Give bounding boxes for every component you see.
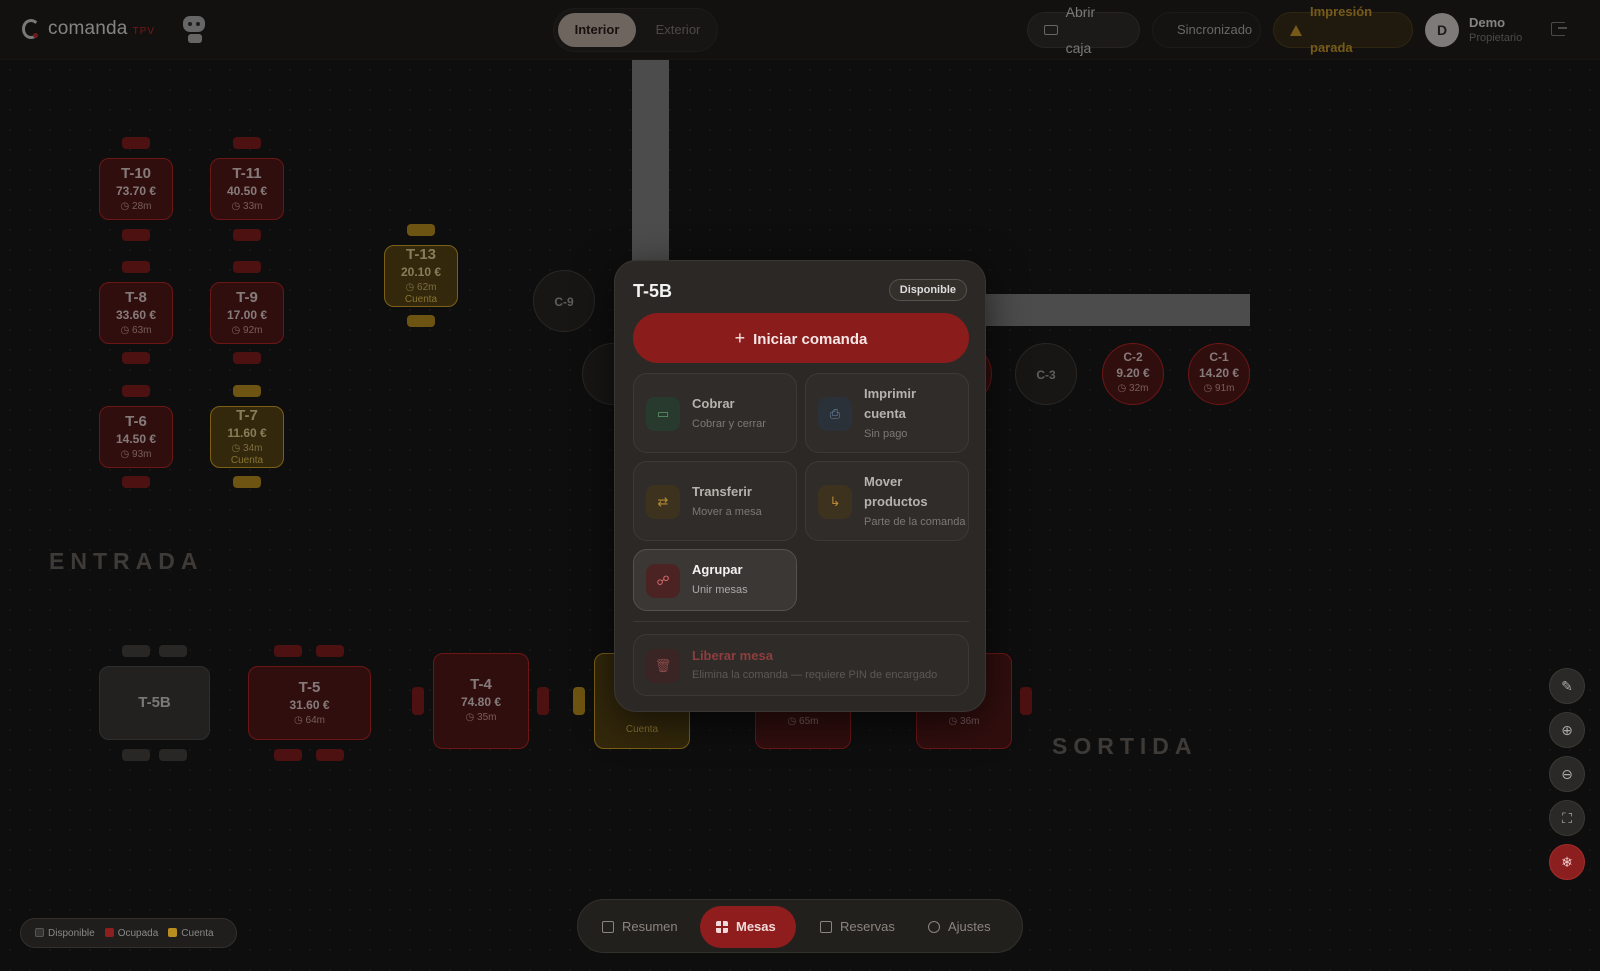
snowflake-button[interactable]: ❄	[1549, 844, 1585, 880]
move-icon: ↳	[818, 485, 852, 519]
nav-label: Mesas	[736, 919, 776, 934]
start-order-button[interactable]: + Iniciar comanda	[633, 313, 969, 363]
modal-title: T-5B	[633, 281, 673, 301]
legend-occupied: Ocupada	[104, 927, 158, 939]
fullscreen-button[interactable]: ⛶	[1549, 800, 1585, 836]
action-title: Cobrar	[692, 396, 735, 411]
danger-title: Liberar mesa	[692, 648, 773, 663]
transfer-icon: ⇄	[646, 485, 680, 519]
zoom-in-button[interactable]: ⊕	[1549, 712, 1585, 748]
calendar-icon	[820, 921, 832, 933]
grid-icon	[716, 921, 728, 933]
status-badge: Disponible	[888, 279, 967, 301]
table-actions-modal: T-5B Disponible + Iniciar comanda ▭ Cobra…	[614, 260, 986, 712]
group-tables-button[interactable]: ☍ Agrupar Unir mesas	[633, 549, 797, 611]
action-subtitle: Cobrar y cerrar	[692, 418, 766, 430]
action-subtitle: Unir mesas	[692, 584, 748, 596]
summary-icon	[602, 921, 614, 933]
charge-button[interactable]: ▭ Cobrar Cobrar y cerrar	[633, 373, 797, 453]
transfer-button[interactable]: ⇄ Transferir Mover a mesa	[633, 461, 797, 541]
nav-tables[interactable]: Mesas	[700, 906, 796, 948]
plus-icon: +	[734, 328, 746, 348]
nav-summary[interactable]: Resumen	[586, 906, 694, 948]
app-root: comanda TPV Interior Exterior Abrir caja…	[0, 0, 1600, 971]
edit-tool-button[interactable]: ✎	[1549, 668, 1585, 704]
modal-divider	[633, 621, 969, 622]
pencil-icon: ✎	[1561, 678, 1573, 694]
legend-available: Disponible	[35, 927, 95, 939]
group-icon: ☍	[646, 564, 680, 598]
bottom-nav: Resumen Mesas Reservas Ajustes	[577, 899, 1023, 953]
action-subtitle: Parte de la comanda	[864, 516, 966, 528]
action-title: Agrupar	[692, 562, 743, 577]
snowflake-icon: ❄	[1561, 854, 1573, 870]
action-title: Transferir	[692, 484, 752, 499]
zoom-out-button[interactable]: ⊖	[1549, 756, 1585, 792]
card-icon: ▭	[646, 397, 680, 431]
printer-icon: ⎙	[818, 397, 852, 431]
status-legend: Disponible Ocupada Cuenta	[20, 918, 237, 948]
nav-label: Ajustes	[948, 919, 991, 934]
zoom-in-icon: ⊕	[1561, 722, 1573, 738]
zoom-out-icon: ⊖	[1561, 766, 1573, 782]
nav-settings[interactable]: Ajustes	[912, 906, 1007, 948]
print-bill-button[interactable]: ⎙ Imprimir cuenta Sin pago	[805, 373, 969, 453]
nav-label: Reservas	[840, 919, 895, 934]
fullscreen-icon: ⛶	[1562, 810, 1572, 826]
gear-icon	[928, 921, 940, 933]
move-products-button[interactable]: ↳ Mover productos Parte de la comanda	[805, 461, 969, 541]
action-title: Imprimir cuenta	[864, 386, 917, 421]
action-subtitle: Mover a mesa	[692, 506, 762, 518]
action-subtitle: Sin pago	[864, 428, 908, 440]
legend-bill: Cuenta	[168, 927, 214, 939]
free-table-button[interactable]: 🗑 Liberar mesa Elimina la comanda — requ…	[633, 634, 969, 696]
nav-label: Resumen	[622, 919, 678, 934]
danger-subtitle: Elimina la comanda — requiere PIN de enc…	[692, 669, 938, 681]
trash-icon: 🗑	[646, 649, 680, 683]
nav-reservations[interactable]: Reservas	[804, 906, 911, 948]
action-title: Mover productos	[864, 474, 928, 509]
start-order-label: Iniciar comanda	[753, 331, 868, 348]
